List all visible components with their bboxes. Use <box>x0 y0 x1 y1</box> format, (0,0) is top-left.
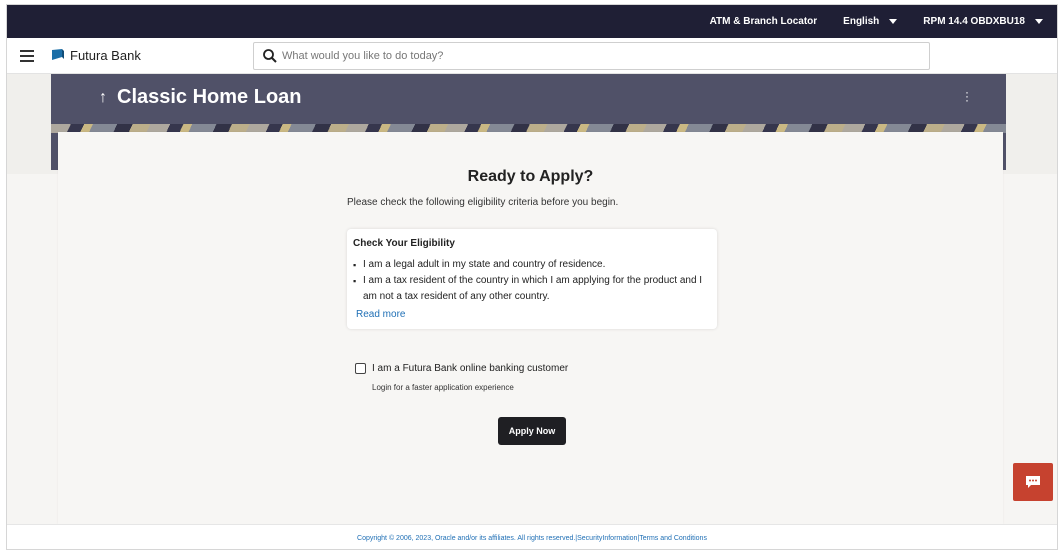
search-bar[interactable] <box>253 42 930 70</box>
customer-checkbox-row[interactable]: I am a Futura Bank online banking custom… <box>355 363 568 374</box>
apply-heading: Ready to Apply? <box>467 168 594 185</box>
eligibility-title: Check Your Eligibility <box>353 238 455 249</box>
eligibility-item: I am a tax resident of the country in wh… <box>353 273 703 305</box>
customer-checkbox-hint: Login for a faster application experienc… <box>372 383 514 392</box>
eligibility-list: I am a legal adult in my state and count… <box>353 257 703 305</box>
chevron-down-icon <box>889 19 898 24</box>
footer-text: Copyright © 2006, 2023, Oracle and/or it… <box>357 535 707 542</box>
footer: Copyright © 2006, 2023, Oracle and/or it… <box>7 524 1057 549</box>
apply-now-button[interactable]: Apply Now <box>498 417 566 445</box>
user-label: RPM 14.4 OBDXBU18 <box>923 16 1025 27</box>
eligibility-box: Check Your Eligibility I am a legal adul… <box>347 229 717 329</box>
chat-button[interactable] <box>1013 463 1053 501</box>
scrollbar[interactable] <box>1057 385 1058 455</box>
top-bar: ATM & Branch Locator English RPM 14.4 OB… <box>7 5 1057 38</box>
app-header: Futura Bank <box>7 38 1057 74</box>
customer-checkbox-label: I am a Futura Bank online banking custom… <box>372 363 569 374</box>
page-title-text: Classic Home Loan <box>117 86 302 108</box>
brand-name: Futura Bank <box>70 48 141 63</box>
customer-checkbox[interactable] <box>355 363 366 374</box>
language-label: English <box>843 16 880 27</box>
atm-branch-locator-label: ATM & Branch Locator <box>709 16 818 27</box>
arrow-up-icon[interactable]: ↑ <box>99 89 107 107</box>
apply-card: Ready to Apply? Please check the followi… <box>58 132 1003 524</box>
chat-icon <box>1026 476 1040 488</box>
search-icon <box>263 49 277 63</box>
app-window: ATM & Branch Locator English RPM 14.4 OB… <box>6 4 1058 550</box>
language-dropdown[interactable]: English <box>843 16 898 27</box>
chevron-down-icon <box>1035 19 1043 24</box>
page-title: ↑ Classic Home Loan <box>99 86 302 109</box>
user-menu-dropdown[interactable]: RPM 14.4 OBDXBU18 <box>923 16 1043 27</box>
apply-subtext: Please check the following eligibility c… <box>347 197 619 208</box>
atm-branch-locator-link[interactable]: ATM & Branch Locator <box>710 16 818 27</box>
read-more-link[interactable]: Read more <box>356 309 405 320</box>
hamburger-icon[interactable] <box>20 50 34 62</box>
kebab-icon[interactable]: · · · <box>965 86 969 106</box>
search-input[interactable] <box>282 46 922 66</box>
eligibility-item: I am a legal adult in my state and count… <box>353 257 703 273</box>
bank-logo-icon <box>52 49 64 60</box>
